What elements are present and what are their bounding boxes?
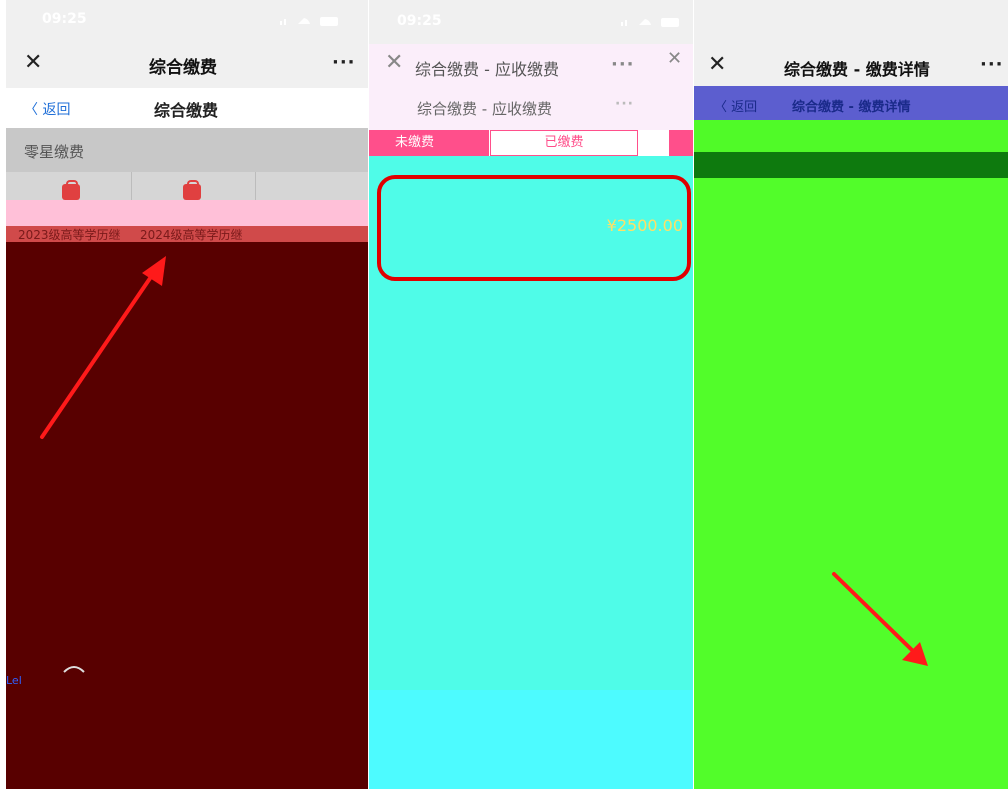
annotation-arrows	[40, 256, 928, 666]
arrow-to-payment-item	[40, 256, 166, 439]
arrow-to-pay-button	[832, 572, 928, 666]
